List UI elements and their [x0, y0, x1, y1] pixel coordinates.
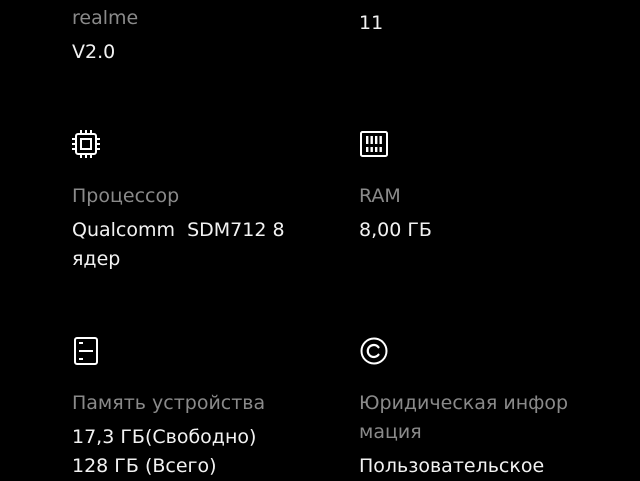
storage-icon [71, 336, 101, 366]
chip-icon [71, 129, 101, 159]
copyright-icon [359, 336, 389, 366]
processor-spec[interactable]: Процессор Qualcomm SDM712 8 ядер [72, 182, 322, 274]
storage-spec[interactable]: Память устройства 17,3 ГБ(Свободно) 128 … [72, 389, 322, 481]
ram-icon [359, 129, 389, 159]
top-right-spec: 11 [359, 9, 609, 38]
top-right-value: 11 [359, 12, 384, 34]
storage-label: Память устройства [72, 392, 266, 414]
legal-info-label: Юридическая инфор мация [359, 392, 569, 443]
legal-info-spec[interactable]: Юридическая инфор мация Пользовательское [359, 389, 609, 481]
ram-spec[interactable]: RAM 8,00 ГБ [359, 182, 609, 245]
processor-label: Процессор [72, 185, 180, 207]
processor-value: Qualcomm SDM712 8 ядер [72, 219, 285, 270]
top-left-value: V2.0 [72, 41, 116, 63]
storage-value: 17,3 ГБ(Свободно) 128 ГБ (Всего) [72, 426, 257, 477]
legal-info-value: Пользовательское [359, 455, 545, 477]
top-left-spec: realme V2.0 [72, 4, 322, 67]
ram-label: RAM [359, 185, 401, 207]
top-left-label: realme [72, 7, 139, 29]
ram-value: 8,00 ГБ [359, 219, 432, 241]
